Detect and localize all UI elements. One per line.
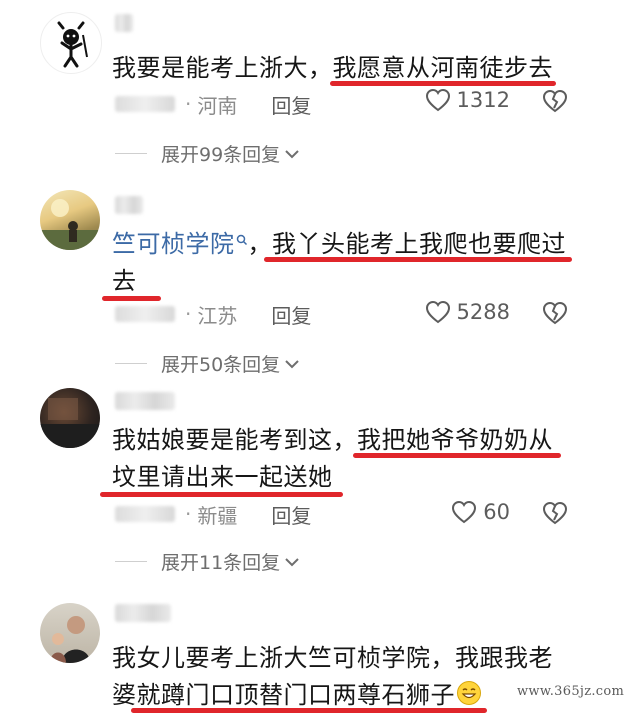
blurred-name [115, 306, 175, 322]
chevron-down-icon [285, 557, 299, 566]
red-underline [130, 708, 487, 713]
heart-outline-icon [452, 500, 477, 524]
chevron-down-icon [285, 359, 299, 368]
heart-outline-icon [425, 88, 450, 112]
like-button[interactable]: 60 [451, 500, 510, 524]
highlighted-text: 我把她爷爷奶奶从 [353, 426, 561, 458]
dislike-button[interactable] [542, 501, 568, 529]
heart-outline-icon [425, 300, 450, 324]
comment-text: 我女儿要考上浙大竺可桢学院，我跟我老 婆就蹲门口顶替门口两尊石狮子 [112, 640, 592, 714]
photo-avatar [50, 616, 90, 663]
reply-button[interactable]: 回复 [271, 300, 311, 329]
red-underline [329, 81, 556, 86]
username-blurred[interactable] [115, 196, 143, 214]
like-button[interactable]: 1312 [425, 88, 510, 112]
highlighted-text: 坟里请出来一起送她 [100, 463, 343, 497]
blurred-name [115, 96, 175, 112]
reply-button[interactable]: 回复 [271, 500, 311, 529]
chevron-down-icon [285, 149, 299, 158]
like-button[interactable]: 5288 [425, 300, 510, 324]
watermark: www.365jz.com [517, 684, 625, 699]
blurred-name [115, 506, 175, 522]
highlighted-text: 就蹲门口顶替门口两尊石狮子 [130, 681, 487, 713]
expand-replies[interactable]: 展开50条回复 [115, 350, 300, 377]
photo-avatar [40, 398, 100, 448]
search-icon [236, 234, 247, 246]
dislike-heart-icon [542, 89, 568, 113]
dislike-button[interactable] [542, 89, 568, 117]
highlighted-text: 去 [102, 267, 161, 301]
like-count: 1312 [456, 88, 510, 112]
comment-text: 竺可桢学院 ，我丫头能考上我爬也要爬过 去 [102, 226, 582, 301]
comment-text: 我姑娘要是能考到这，我把她爷爷奶奶从 坟里请出来一起送她 [100, 422, 582, 497]
topic-link[interactable]: 竺可桢学院 [112, 230, 248, 258]
comment-text: 我要是能考上浙大，我愿意从河南徒步去 [112, 50, 582, 87]
red-underline [100, 492, 343, 497]
avatar[interactable] [40, 388, 100, 448]
like-count: 60 [483, 500, 510, 524]
avatar[interactable] [40, 603, 100, 663]
comment-meta: · 江苏 回复 [115, 299, 311, 329]
location: 江苏 [197, 303, 238, 328]
expand-replies[interactable]: 展开99条回复 [115, 140, 300, 167]
like-count: 5288 [456, 300, 510, 324]
red-underline [264, 257, 572, 262]
highlighted-text: 我愿意从河南徒步去 [329, 54, 556, 86]
avatar[interactable] [40, 12, 102, 74]
photo-avatar [40, 199, 100, 250]
highlighted-text: 我丫头能考上我爬也要爬过 [264, 230, 572, 262]
avatar[interactable] [40, 190, 100, 250]
comment-meta: · 河南 回复 [115, 89, 311, 119]
stick-figure-avatar [42, 14, 100, 72]
username-blurred[interactable] [115, 14, 133, 32]
username-blurred[interactable] [115, 392, 175, 410]
comment-meta: · 新疆 回复 [115, 499, 311, 529]
location: 河南 [197, 93, 238, 118]
location: 新疆 [197, 503, 238, 528]
red-underline [353, 453, 561, 458]
dislike-button[interactable] [542, 301, 568, 329]
grinning-emoji-icon [457, 681, 481, 705]
username-blurred[interactable] [115, 604, 171, 622]
dislike-heart-icon [542, 301, 568, 325]
dislike-heart-icon [542, 501, 568, 525]
reply-button[interactable]: 回复 [271, 90, 311, 119]
expand-replies[interactable]: 展开11条回复 [115, 548, 300, 575]
